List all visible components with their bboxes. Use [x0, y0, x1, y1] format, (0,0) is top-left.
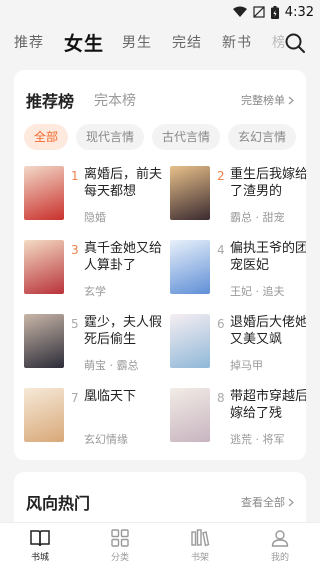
- book-open-icon: [30, 530, 50, 547]
- ranking-title[interactable]: 推荐榜: [26, 88, 74, 112]
- book-title[interactable]: 真千金她又给人算卦了: [84, 240, 164, 274]
- book-item[interactable]: 8 带超市穿越后嫁给了残 逃荒 · 将军: [170, 388, 306, 448]
- book-tags: 掉马甲: [230, 359, 263, 372]
- nav-bookstore[interactable]: 书城: [0, 523, 80, 568]
- tab-completed[interactable]: 完结: [172, 32, 202, 52]
- nav-category-label: 分类: [110, 553, 129, 563]
- battery-icon: [270, 5, 279, 19]
- category-chips: 全部 现代言情 古代言情 玄幻言情: [24, 124, 297, 150]
- book-cover[interactable]: [170, 314, 210, 368]
- chevron-right-icon: [288, 498, 294, 506]
- full-ranking-link[interactable]: 完整榜单: [241, 92, 294, 108]
- completed-ranking-tab[interactable]: 完本榜: [94, 90, 136, 110]
- nav-bookshelf[interactable]: 书架: [160, 523, 240, 568]
- search-icon[interactable]: [284, 32, 306, 54]
- book-rank: 8: [217, 391, 225, 405]
- book-rank: 3: [71, 243, 79, 257]
- tab-ranking[interactable]: 榜: [272, 32, 284, 52]
- wifi-icon: [232, 6, 247, 17]
- chip-ancient-romance[interactable]: 古代言情: [152, 124, 221, 150]
- nav-profile[interactable]: 我的: [240, 523, 320, 568]
- top-nav: 推荐 女生 男生 完结 新书 榜: [0, 24, 320, 60]
- view-all-link[interactable]: 查看全部: [241, 494, 294, 510]
- tab-female[interactable]: 女生: [64, 29, 104, 56]
- book-title[interactable]: 霆少，夫人假死后偷生: [84, 314, 164, 348]
- status-bar: 4:32: [0, 0, 320, 24]
- book-item[interactable]: 7 凰临天下 玄幻情缘: [24, 388, 166, 448]
- book-cover[interactable]: [24, 240, 64, 294]
- book-cover[interactable]: [170, 388, 210, 442]
- view-all-label: 查看全部: [241, 496, 285, 509]
- book-title[interactable]: 偏执王爷的团宠医妃: [230, 240, 306, 274]
- book-item[interactable]: 2 重生后我嫁给了渣男的 霸总 · 甜宠: [170, 166, 306, 226]
- book-tags: 萌宝 · 霸总: [84, 359, 139, 372]
- bookshelf-icon: [191, 529, 210, 547]
- book-item[interactable]: 1 离婚后，前夫每天都想 隐婚: [24, 166, 166, 226]
- trending-title: 风向热门: [26, 494, 91, 513]
- chip-modern-romance[interactable]: 现代言情: [76, 124, 145, 150]
- ranking-card: 推荐榜 完本榜 完整榜单 全部 现代言情 古代言情 玄幻言情 1 离婚后，前夫每…: [14, 70, 306, 460]
- status-time: 4:32: [284, 4, 314, 20]
- nav-category[interactable]: 分类: [80, 523, 160, 568]
- nav-bookstore-label: 书城: [30, 553, 49, 563]
- book-rank: 6: [217, 317, 225, 331]
- grid-icon: [111, 529, 129, 547]
- tab-new-books[interactable]: 新书: [222, 32, 252, 52]
- book-rank: 7: [71, 391, 79, 405]
- ranking-header: 推荐榜 完本榜 完整榜单: [14, 70, 306, 122]
- book-title[interactable]: 带超市穿越后嫁给了残: [230, 388, 306, 422]
- chip-fantasy-romance[interactable]: 玄幻言情: [228, 124, 297, 150]
- book-title[interactable]: 重生后我嫁给了渣男的: [230, 166, 306, 200]
- book-title[interactable]: 凰临天下: [84, 388, 164, 405]
- bottom-nav: 书城 分类 书架 我的: [0, 522, 320, 568]
- book-item[interactable]: 3 真千金她又给人算卦了 玄学: [24, 240, 166, 300]
- book-title[interactable]: 离婚后，前夫每天都想: [84, 166, 164, 200]
- book-tags: 玄幻情缘: [84, 433, 128, 446]
- book-cover[interactable]: [24, 388, 64, 442]
- no-signal-icon: [253, 6, 265, 18]
- book-rank: 2: [217, 169, 225, 183]
- book-tags: 玄学: [84, 285, 106, 298]
- nav-profile-label: 我的: [270, 553, 289, 563]
- book-cover[interactable]: [24, 166, 64, 220]
- user-icon: [271, 530, 289, 547]
- full-ranking-label: 完整榜单: [241, 94, 285, 107]
- book-cover[interactable]: [170, 166, 210, 220]
- book-tags: 隐婚: [84, 211, 106, 224]
- book-tags: 逃荒 · 将军: [230, 433, 285, 446]
- book-item[interactable]: 6 退婚后大佬她又美又飒 掉马甲: [170, 314, 306, 374]
- book-item[interactable]: 5 霆少，夫人假死后偷生 萌宝 · 霸总: [24, 314, 166, 374]
- book-rank: 4: [217, 243, 225, 257]
- book-rank: 5: [71, 317, 79, 331]
- book-tags: 王妃 · 追夫: [230, 285, 285, 298]
- book-title[interactable]: 退婚后大佬她又美又飒: [230, 314, 306, 348]
- tab-male[interactable]: 男生: [122, 32, 152, 52]
- book-item[interactable]: 4 偏执王爷的团宠医妃 王妃 · 追夫: [170, 240, 306, 300]
- chevron-right-icon: [288, 96, 294, 104]
- book-rank: 1: [71, 169, 79, 183]
- tab-recommend[interactable]: 推荐: [14, 32, 44, 52]
- book-cover[interactable]: [170, 240, 210, 294]
- chip-all[interactable]: 全部: [24, 124, 69, 150]
- book-tags: 霸总 · 甜宠: [230, 211, 285, 224]
- book-cover[interactable]: [24, 314, 64, 368]
- nav-bookshelf-label: 书架: [190, 553, 209, 563]
